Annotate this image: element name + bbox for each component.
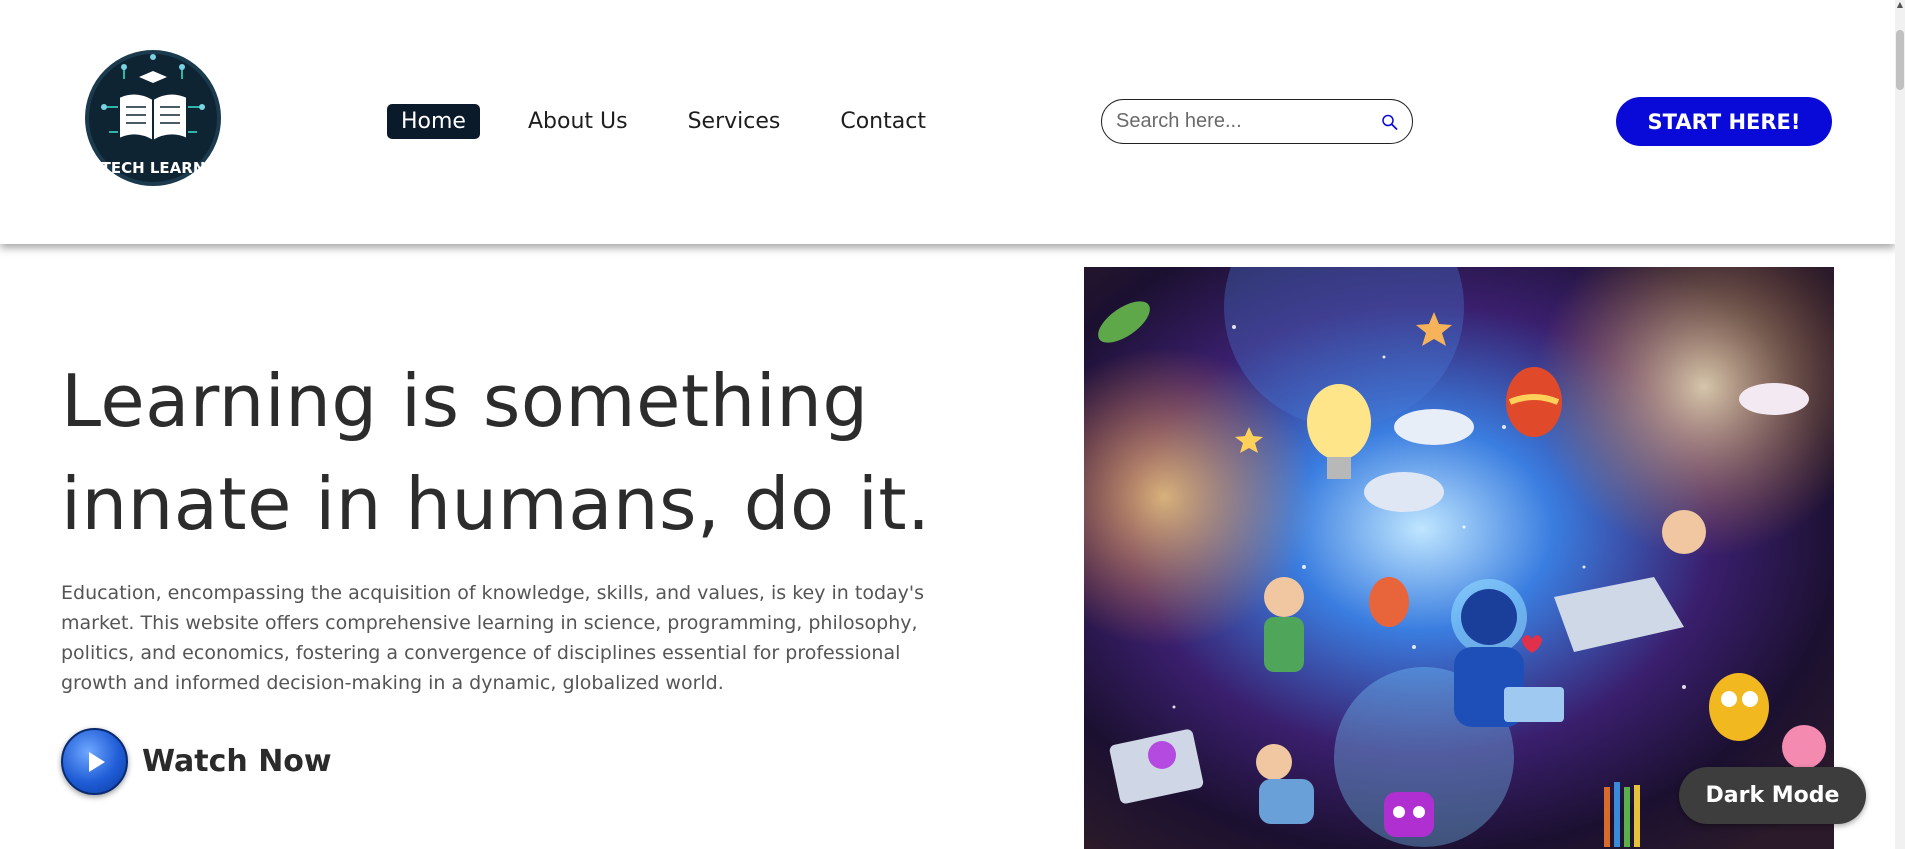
site-header: TECH LEARN Home About Us Services Contac…	[0, 0, 1895, 244]
scroll-thumb[interactable]	[1896, 30, 1904, 90]
hero-title-line-2: innate in humans, do it.	[61, 462, 931, 546]
nav-item-services[interactable]: Services	[688, 104, 781, 139]
dark-mode-toggle[interactable]: Dark Mode	[1679, 767, 1866, 824]
hero-title-line-1: Learning is something	[61, 359, 869, 443]
hero-illustration	[1084, 267, 1834, 849]
hero-title: Learning is something innate in humans, …	[61, 350, 961, 556]
techlearn-logo[interactable]: TECH LEARN	[84, 47, 222, 189]
nav-item-home[interactable]: Home	[387, 104, 480, 139]
play-button[interactable]	[61, 728, 128, 795]
search-box	[1101, 99, 1413, 144]
logo-text: TECH LEARN	[101, 159, 206, 177]
page-scrollbar[interactable]: ▲	[1895, 0, 1905, 849]
main-nav: Home About Us Services Contact	[387, 104, 986, 139]
start-here-button[interactable]: START HERE!	[1616, 97, 1832, 146]
nav-item-about-us[interactable]: About Us	[528, 104, 628, 139]
watch-now-label[interactable]: Watch Now	[142, 744, 332, 779]
search-icon[interactable]	[1381, 105, 1398, 139]
watch-now-link[interactable]: Watch Now	[61, 728, 332, 795]
scroll-up-icon[interactable]: ▲	[1896, 0, 1904, 12]
nav-item-contact[interactable]: Contact	[840, 104, 926, 139]
play-icon	[88, 751, 105, 772]
search-input[interactable]	[1116, 110, 1381, 133]
hero-description: Education, encompassing the acquisition …	[61, 582, 925, 694]
